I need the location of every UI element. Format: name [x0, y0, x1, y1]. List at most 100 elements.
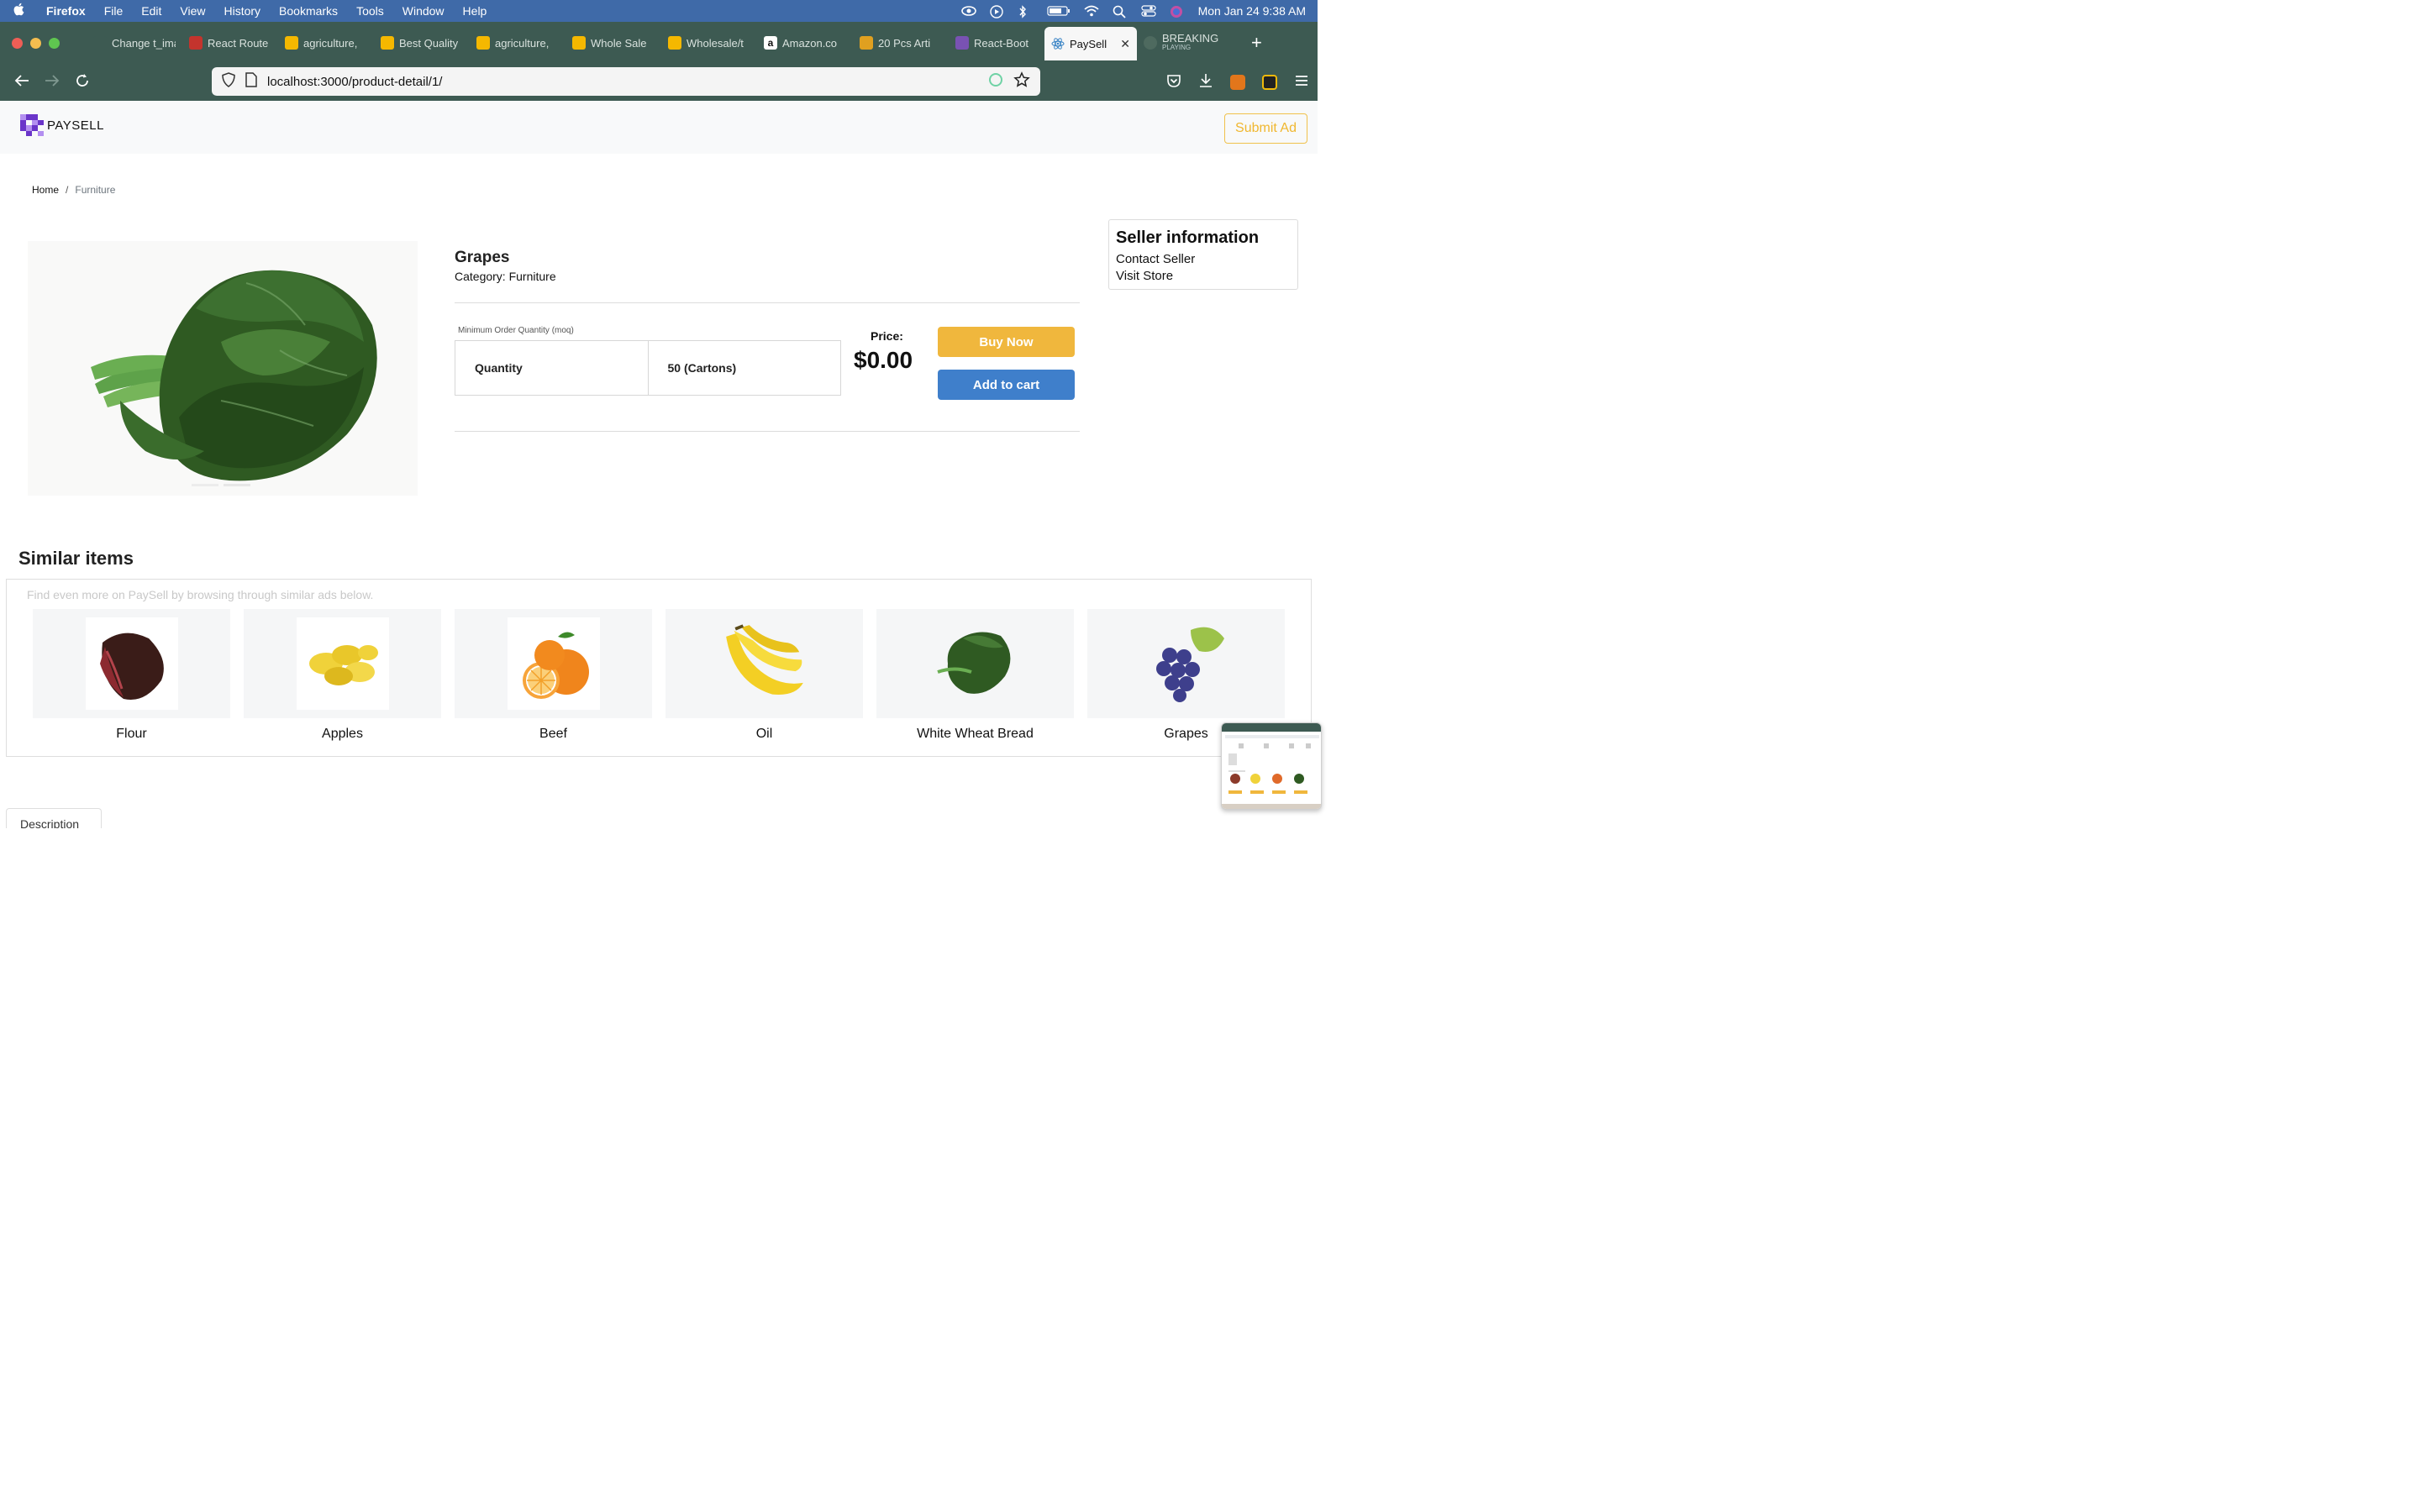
browser-toolbar: localhost:3000/product-detail/1/ [0, 64, 1318, 101]
tracking-shield-icon[interactable] [222, 72, 235, 91]
menu-help[interactable]: Help [454, 4, 497, 18]
page-content: PAYSELL Submit Ad Home / Furniture Grape… [0, 101, 1322, 828]
carousel-indicator[interactable] [224, 484, 250, 486]
similar-item-thumb [1087, 609, 1285, 718]
browser-tab[interactable]: Best Quality [374, 27, 470, 59]
description-tab[interactable]: Description [6, 808, 102, 828]
wifi-icon[interactable] [1083, 5, 1099, 17]
browser-tab[interactable]: agriculture, [278, 27, 374, 59]
menu-app-firefox[interactable]: Firefox [37, 4, 95, 18]
url-text[interactable]: localhost:3000/product-detail/1/ [267, 75, 978, 89]
close-window-button[interactable] [12, 37, 23, 49]
similar-item-name[interactable]: Flour [33, 727, 230, 742]
app-menu-icon[interactable] [1294, 74, 1309, 92]
contact-seller-link[interactable]: Contact Seller [1116, 251, 1291, 268]
tab-favicon-icon [572, 36, 586, 50]
menu-tools[interactable]: Tools [347, 4, 393, 18]
metamask-icon[interactable] [1230, 75, 1245, 90]
menu-file[interactable]: File [95, 4, 133, 18]
browser-tab[interactable]: React-Boot [949, 27, 1044, 59]
new-tab-button[interactable]: + [1251, 32, 1262, 54]
page-info-icon[interactable] [245, 72, 257, 91]
binance-wallet-icon[interactable] [1262, 75, 1277, 90]
similar-item-thumb [876, 609, 1074, 718]
product-category: Category: Furniture [455, 270, 556, 283]
similar-item-card[interactable]: White Wheat Bread [876, 609, 1074, 742]
moq-value-cell: 50 (Cartons) [647, 341, 841, 395]
browser-tab[interactable]: Whole Sale [566, 27, 661, 59]
menu-history[interactable]: History [214, 4, 270, 18]
logo-cell [20, 131, 26, 137]
carousel-indicator[interactable] [192, 484, 218, 486]
dried-meat-icon [99, 633, 164, 701]
tab-label: Best Quality [399, 36, 459, 50]
breadcrumb-home-link[interactable]: Home [32, 184, 59, 196]
menu-window[interactable]: Window [393, 4, 454, 18]
site-logo[interactable]: PAYSELL [20, 114, 104, 136]
back-arrow-icon[interactable] [7, 74, 37, 92]
tab-label: PaySell [1070, 37, 1107, 50]
creative-cloud-icon[interactable] [960, 5, 976, 17]
tab-label: 20 Pcs Arti [878, 36, 931, 50]
battery-icon[interactable] [1046, 5, 1071, 17]
spotlight-search-icon[interactable] [1113, 5, 1128, 18]
menu-view[interactable]: View [171, 4, 214, 18]
close-tab-icon[interactable]: ✕ [1120, 37, 1130, 51]
browser-tab[interactable]: Change t_image [87, 27, 182, 59]
similar-item-card[interactable]: Beef [455, 609, 652, 742]
browser-tab[interactable]: React Route [182, 27, 278, 59]
submit-ad-button[interactable]: Submit Ad [1224, 113, 1307, 144]
menu-bookmarks[interactable]: Bookmarks [270, 4, 347, 18]
browser-tab[interactable]: 20 Pcs Arti [853, 27, 949, 59]
spinach-product-image [91, 270, 377, 481]
similar-item-name[interactable]: White Wheat Bread [876, 727, 1074, 742]
grapes-icon [1155, 627, 1224, 702]
browser-tab[interactable]: agriculture, [470, 27, 566, 59]
bluetooth-icon[interactable] [1018, 5, 1034, 18]
downloads-icon[interactable] [1198, 73, 1213, 92]
browser-tab-active[interactable]: PaySell ✕ [1044, 27, 1137, 60]
similar-item-name[interactable]: Beef [455, 727, 652, 742]
bookmark-star-icon[interactable] [1013, 71, 1030, 92]
buy-now-button[interactable]: Buy Now [938, 327, 1075, 357]
breadcrumb-current: Furniture [75, 184, 116, 196]
siri-icon[interactable] [1170, 5, 1185, 18]
similar-item-thumb [666, 609, 863, 718]
menubar-clock[interactable]: Mon Jan 24 9:38 AM [1198, 4, 1306, 18]
browser-tab-playing[interactable]: BREAKING PLAYING [1137, 27, 1238, 59]
similar-item-card[interactable]: Flour [33, 609, 230, 742]
category-value: Furniture [508, 270, 556, 283]
menu-edit[interactable]: Edit [132, 4, 171, 18]
visit-store-link[interactable]: Visit Store [1116, 268, 1291, 285]
seller-info-title: Seller information [1116, 228, 1260, 247]
logo-cell [38, 130, 44, 136]
bootstrap-favicon-icon [955, 36, 969, 50]
play-icon[interactable] [989, 5, 1005, 18]
url-bar[interactable]: localhost:3000/product-detail/1/ [212, 67, 1040, 96]
add-to-cart-button[interactable]: Add to cart [938, 370, 1075, 400]
product-title: Grapes [455, 249, 510, 266]
similar-item-card[interactable]: Apples [244, 609, 441, 742]
screenshot-thumbnail-preview[interactable] [1221, 722, 1322, 810]
similar-item-thumb [455, 609, 652, 718]
browser-tab[interactable]: a Amazon.co [757, 27, 853, 59]
zoom-window-button[interactable] [49, 37, 60, 49]
similar-item-card[interactable]: Oil [666, 609, 863, 742]
reload-icon[interactable] [67, 73, 97, 92]
tab-label: React-Boot [974, 36, 1029, 50]
macos-menubar: Firefox File Edit View History Bookmarks… [0, 0, 1318, 22]
browser-tab[interactable]: Wholesale/t [661, 27, 757, 59]
forward-arrow-icon[interactable] [37, 74, 67, 92]
pocket-icon[interactable] [1166, 74, 1181, 92]
product-image-carousel[interactable] [28, 241, 418, 496]
logo-cell [26, 130, 32, 136]
similar-item-name[interactable]: Apples [244, 727, 441, 742]
control-center-icon[interactable] [1140, 5, 1156, 17]
minimize-window-button[interactable] [30, 37, 41, 49]
tab-list: Change t_image React Route agriculture, … [87, 22, 1262, 64]
similar-item-name[interactable]: Oil [666, 727, 863, 742]
extension-status-icon[interactable] [988, 72, 1003, 91]
react-favicon-icon [1051, 37, 1065, 50]
apple-icon[interactable] [0, 3, 37, 20]
tab-playing-label: PLAYING [1162, 44, 1192, 51]
